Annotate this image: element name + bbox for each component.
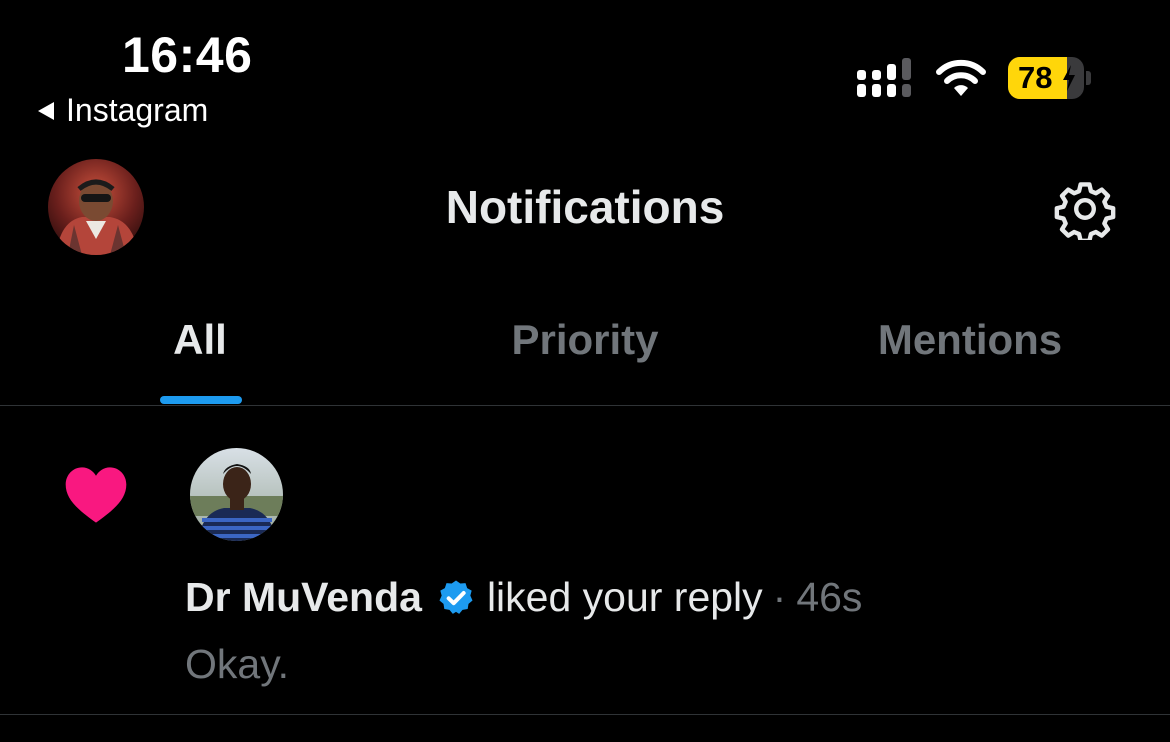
user-avatar-image bbox=[190, 448, 283, 541]
user-avatar-button[interactable] bbox=[190, 448, 283, 541]
notification-divider bbox=[0, 714, 1170, 715]
notification-reply-snippet: Okay. bbox=[185, 641, 290, 687]
verified-badge-icon bbox=[439, 580, 473, 614]
notification-time: 46s bbox=[796, 574, 863, 620]
cellular-signal-icon bbox=[857, 58, 911, 97]
battery-cap bbox=[1086, 71, 1091, 85]
battery-percent: 78 bbox=[1018, 60, 1053, 95]
page-title: Notifications bbox=[445, 181, 725, 233]
active-tab-indicator bbox=[160, 396, 242, 404]
heart-icon bbox=[65, 467, 127, 523]
status-time: 16:46 bbox=[122, 27, 253, 83]
tab-mentions[interactable]: Mentions bbox=[820, 316, 1120, 364]
notification-user-name[interactable]: Dr MuVenda bbox=[185, 574, 422, 621]
back-arrow-icon bbox=[38, 101, 54, 120]
tab-all[interactable]: All bbox=[100, 316, 300, 364]
battery-indicator: 78 bbox=[1008, 57, 1084, 99]
gear-icon[interactable] bbox=[1054, 178, 1116, 240]
tabs-divider bbox=[0, 405, 1170, 406]
back-app-label: Instagram bbox=[66, 92, 209, 128]
back-to-instagram-button[interactable]: Instagram bbox=[38, 92, 208, 129]
wifi-icon bbox=[936, 59, 986, 96]
tab-priority[interactable]: Priority bbox=[435, 316, 735, 364]
notification-text[interactable]: Dr MuVenda liked your reply · 46s bbox=[185, 574, 862, 621]
notification-separator: · bbox=[772, 574, 787, 620]
notification-action: liked your reply bbox=[486, 574, 763, 620]
charging-bolt-icon bbox=[1063, 65, 1075, 91]
